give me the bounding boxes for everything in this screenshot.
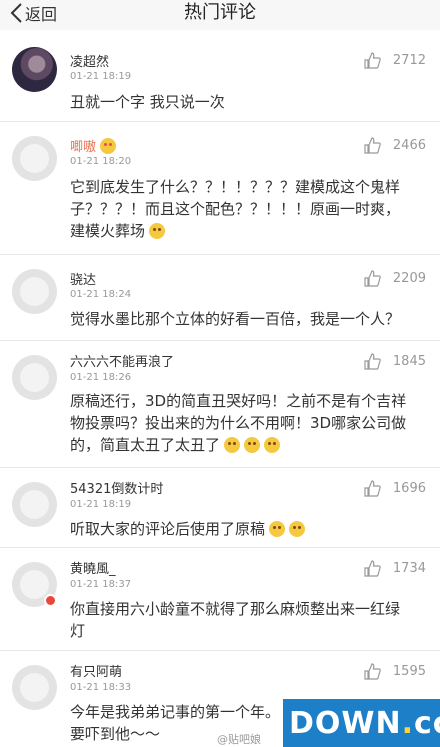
like-count: 1696	[392, 481, 426, 496]
comment-line: 丑就一个字 我只说一次	[70, 93, 225, 111]
comment-item: 黄曉風_ 01-21 18:37 你直接用六小龄童不就得了那么麻烦整出来一红绿 …	[0, 547, 440, 650]
avatar[interactable]	[12, 269, 57, 314]
smile-emoji-icon	[149, 223, 166, 239]
doge-emoji-icon	[269, 521, 286, 537]
comment-item: 54321倒数计时 01-21 18:19 听取大家的评论后使用了原稿 1696	[0, 467, 440, 547]
thumbs-up-icon	[364, 353, 381, 370]
comment-time: 01-21 18:33	[70, 682, 132, 693]
author-name: 唧嗷	[70, 140, 97, 155]
comment-text: 原稿还行，3D的简直丑哭好吗！之前不是有个吉祥 物投票吗？投出来的为什么不用啊！…	[70, 390, 430, 456]
laughing-emoji-icon	[244, 437, 261, 453]
like-button[interactable]: 1734	[364, 560, 426, 577]
like-count: 2712	[392, 53, 426, 68]
like-button[interactable]: 1595	[364, 663, 426, 680]
avatar[interactable]	[12, 665, 57, 710]
avatar[interactable]	[12, 136, 57, 181]
like-button[interactable]: 2209	[364, 270, 426, 287]
comment-author[interactable]: 54321倒数计时	[70, 478, 163, 497]
like-button[interactable]: 1845	[364, 353, 426, 370]
logo-dot: .	[401, 705, 415, 741]
comment-line-text: 建模火葬场	[70, 222, 146, 240]
comment-author[interactable]: 六六六不能再浪了	[70, 351, 174, 370]
comment-line-text: 听取大家的评论后使用了原稿	[70, 520, 266, 538]
comment-line: 的，简直太丑了太丑了	[70, 434, 430, 456]
page-title: 热门评论	[184, 2, 256, 23]
avatar[interactable]	[12, 47, 57, 92]
comment-time: 01-21 18:37	[70, 579, 132, 590]
weibo-watermark: @贴吧娘	[217, 733, 261, 746]
thumbs-up-icon	[364, 137, 381, 154]
comment-item: 六六六不能再浪了 01-21 18:26 原稿还行，3D的简直丑哭好吗！之前不是…	[0, 340, 440, 467]
thumbs-up-icon	[364, 52, 381, 69]
smile-emoji-icon	[289, 521, 306, 537]
laughing-emoji-icon	[224, 437, 241, 453]
logo-tld: cc	[414, 705, 440, 741]
comment-text: 听取大家的评论后使用了原稿	[70, 518, 430, 540]
logo-main: DOWN	[289, 705, 402, 741]
comment-line: 听取大家的评论后使用了原稿	[70, 518, 430, 540]
like-count: 1734	[392, 561, 426, 576]
comment-text: 你直接用六小龄童不就得了那么麻烦整出来一红绿 灯	[70, 598, 430, 642]
comment-time: 01-21 18:19	[70, 499, 132, 510]
comment-author[interactable]: 黄曉風_	[70, 558, 116, 577]
avatar[interactable]	[12, 355, 57, 400]
logo-text: DOWN.cc	[289, 706, 440, 741]
verified-badge-icon	[44, 594, 57, 607]
comment-item: 骁达 01-21 18:24 觉得水墨比那个立体的好看一百倍，我是一个人？ 22…	[0, 254, 440, 340]
like-count: 1845	[392, 354, 426, 369]
comment-author[interactable]: 有只阿萌	[70, 661, 122, 680]
thumbs-up-icon	[364, 560, 381, 577]
comment-list: 凌超然 01-21 18:19 丑就一个字 我只说一次 2712 唧嗷 01-2…	[0, 33, 440, 747]
comment-time: 01-21 18:20	[70, 156, 132, 167]
like-count: 1595	[392, 664, 426, 679]
like-count: 2466	[392, 138, 426, 153]
comment-time: 01-21 18:19	[70, 71, 132, 82]
comment-line: 子？？？！而且这个配色？？！！！原画一时爽，	[70, 200, 401, 218]
comment-author[interactable]: 唧嗷	[70, 136, 117, 155]
comment-text: 觉得水墨比那个立体的好看一百倍，我是一个人？	[70, 308, 430, 330]
like-button[interactable]: 1696	[364, 480, 426, 497]
comment-text: 丑就一个字 我只说一次	[70, 91, 430, 113]
comment-time: 01-21 18:24	[70, 289, 132, 300]
comment-line: 觉得水墨比那个立体的好看一百倍，我是一个人？	[70, 310, 401, 328]
comment-line: 建模火葬场	[70, 220, 430, 242]
comment-line: 灯	[70, 622, 86, 640]
comment-author[interactable]: 凌超然	[70, 51, 109, 70]
comment-line: 它到底发生了什么？？！！？？？建模成这个鬼样	[70, 178, 401, 196]
avatar[interactable]	[12, 482, 57, 527]
comment-item: 凌超然 01-21 18:19 丑就一个字 我只说一次 2712	[0, 33, 440, 121]
heart-eyes-emoji-icon	[100, 138, 117, 154]
comment-line: 物投票吗？投出来的为什么不用啊！3D哪家公司做	[70, 414, 407, 432]
thumbs-up-icon	[364, 480, 381, 497]
like-button[interactable]: 2712	[364, 52, 426, 69]
comment-text: 它到底发生了什么？？！！？？？建模成这个鬼样 子？？？！而且这个配色？？！！！原…	[70, 176, 430, 242]
thumbs-up-icon	[364, 270, 381, 287]
comment-line: 原稿还行，3D的简直丑哭好吗！之前不是有个吉祥	[70, 392, 407, 410]
nav-bar: 返回 热门评论	[0, 0, 440, 30]
down-cc-logo: DOWN.cc	[283, 699, 440, 747]
like-count: 2209	[392, 271, 426, 286]
thumbs-up-icon	[364, 663, 381, 680]
comment-time: 01-21 18:26	[70, 372, 132, 383]
comment-author[interactable]: 骁达	[70, 269, 96, 288]
comment-line-text: 的，简直太丑了太丑了	[70, 436, 221, 454]
comment-item: 唧嗷 01-21 18:20 它到底发生了什么？？！！？？？建模成这个鬼样 子？…	[0, 121, 440, 254]
comment-line: 你直接用六小龄童不就得了那么麻烦整出来一红绿	[70, 600, 401, 618]
like-button[interactable]: 2466	[364, 137, 426, 154]
laughing-emoji-icon	[264, 437, 281, 453]
